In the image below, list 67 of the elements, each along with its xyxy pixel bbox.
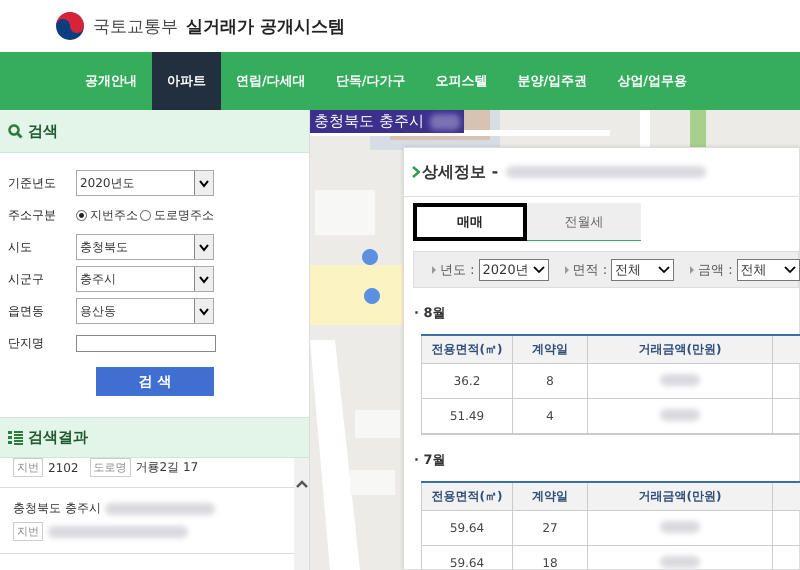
list-icon xyxy=(8,430,23,445)
radio-label: 지번주소 xyxy=(90,206,138,224)
field-label: 기준년도 xyxy=(8,174,57,192)
tag-label: 도로명 xyxy=(90,458,131,477)
radio-label: 도로명주소 xyxy=(154,206,214,224)
triangle-icon xyxy=(690,266,694,274)
logo-icon xyxy=(55,11,85,41)
triangle-icon xyxy=(432,266,436,274)
table-cell: 36.2 xyxy=(422,364,512,398)
search-button[interactable]: 검 색 xyxy=(96,367,214,396)
table-cell: 51.49 xyxy=(422,398,512,434)
column-header: 전용면적(㎡) xyxy=(422,335,512,364)
detail-title: 상세정보 - xyxy=(422,162,498,182)
chevron-down-icon xyxy=(198,242,210,252)
month-heading: · 7월 xyxy=(414,452,447,469)
table-cell: 27 xyxy=(512,510,588,546)
column-header: 전용면적(㎡) xyxy=(422,482,512,510)
panel-title: 검색결과 xyxy=(28,428,88,447)
location-text: 충청북도 충주시 xyxy=(314,112,424,131)
column-header: 거래금액(만원) xyxy=(588,482,772,510)
chevron-right-icon xyxy=(412,166,420,178)
field-label: 주소구분 xyxy=(8,206,57,224)
select-field[interactable]: 전체 xyxy=(736,258,800,280)
tag-label: 지번 xyxy=(13,522,43,541)
text-field[interactable] xyxy=(76,334,216,352)
field-label: 시군구 xyxy=(8,270,45,288)
tab[interactable]: 매매 xyxy=(413,203,527,241)
tab[interactable]: 전월세 xyxy=(527,203,641,241)
select-field[interactable]: 충청북도 xyxy=(76,234,214,260)
scrollbar[interactable] xyxy=(294,458,309,570)
chevron-down-icon xyxy=(198,178,210,188)
field-label: 단지명 xyxy=(8,334,45,352)
tag-value: 거룡2길 17 xyxy=(136,459,198,476)
chevron-down-icon xyxy=(198,306,210,316)
column-header: 계약일 xyxy=(512,482,588,510)
field-label: 시도 xyxy=(8,238,33,256)
tag-label: 지번 xyxy=(13,458,43,477)
chevron-down-icon xyxy=(198,274,210,284)
field-label: 읍면동 xyxy=(8,302,45,320)
select-field[interactable]: 2020년도 xyxy=(76,170,214,196)
site-title: 실거래가 공개시스템 xyxy=(186,16,345,38)
column-header: 계약일 xyxy=(512,335,588,364)
nav-tab[interactable]: 아파트 xyxy=(152,52,221,110)
radio-button[interactable] xyxy=(140,210,151,220)
triangle-icon xyxy=(564,266,569,274)
table-cell: 59.64 xyxy=(422,546,512,570)
table-cell: 59.64 xyxy=(422,510,512,546)
filter-label: 금액 : xyxy=(698,262,733,278)
month-heading: · 8월 xyxy=(414,305,447,322)
table-cell: 8 xyxy=(512,364,588,398)
select-field[interactable]: 전체 xyxy=(611,258,674,280)
search-icon xyxy=(8,124,23,138)
panel-title: 검색 xyxy=(28,122,58,140)
chevron-up-icon xyxy=(296,480,308,489)
column-header: 거래금액(만원) xyxy=(588,335,772,364)
address-text: 충청북도 충주시 xyxy=(13,500,101,517)
tag-value: 2102 xyxy=(48,460,79,474)
ministry-name: 국토교통부 xyxy=(93,16,178,38)
select-field[interactable]: 용산동 xyxy=(76,298,214,324)
select-field[interactable]: 충주시 xyxy=(76,266,214,292)
chevron-down-icon xyxy=(658,265,670,274)
chevron-down-icon xyxy=(784,265,796,274)
chevron-down-icon xyxy=(532,265,545,274)
radio-button[interactable] xyxy=(76,210,87,220)
filter-label: 년도 : xyxy=(440,262,475,278)
filter-label: 면적 : xyxy=(572,262,608,278)
select-field[interactable]: 2020년 xyxy=(478,258,549,280)
